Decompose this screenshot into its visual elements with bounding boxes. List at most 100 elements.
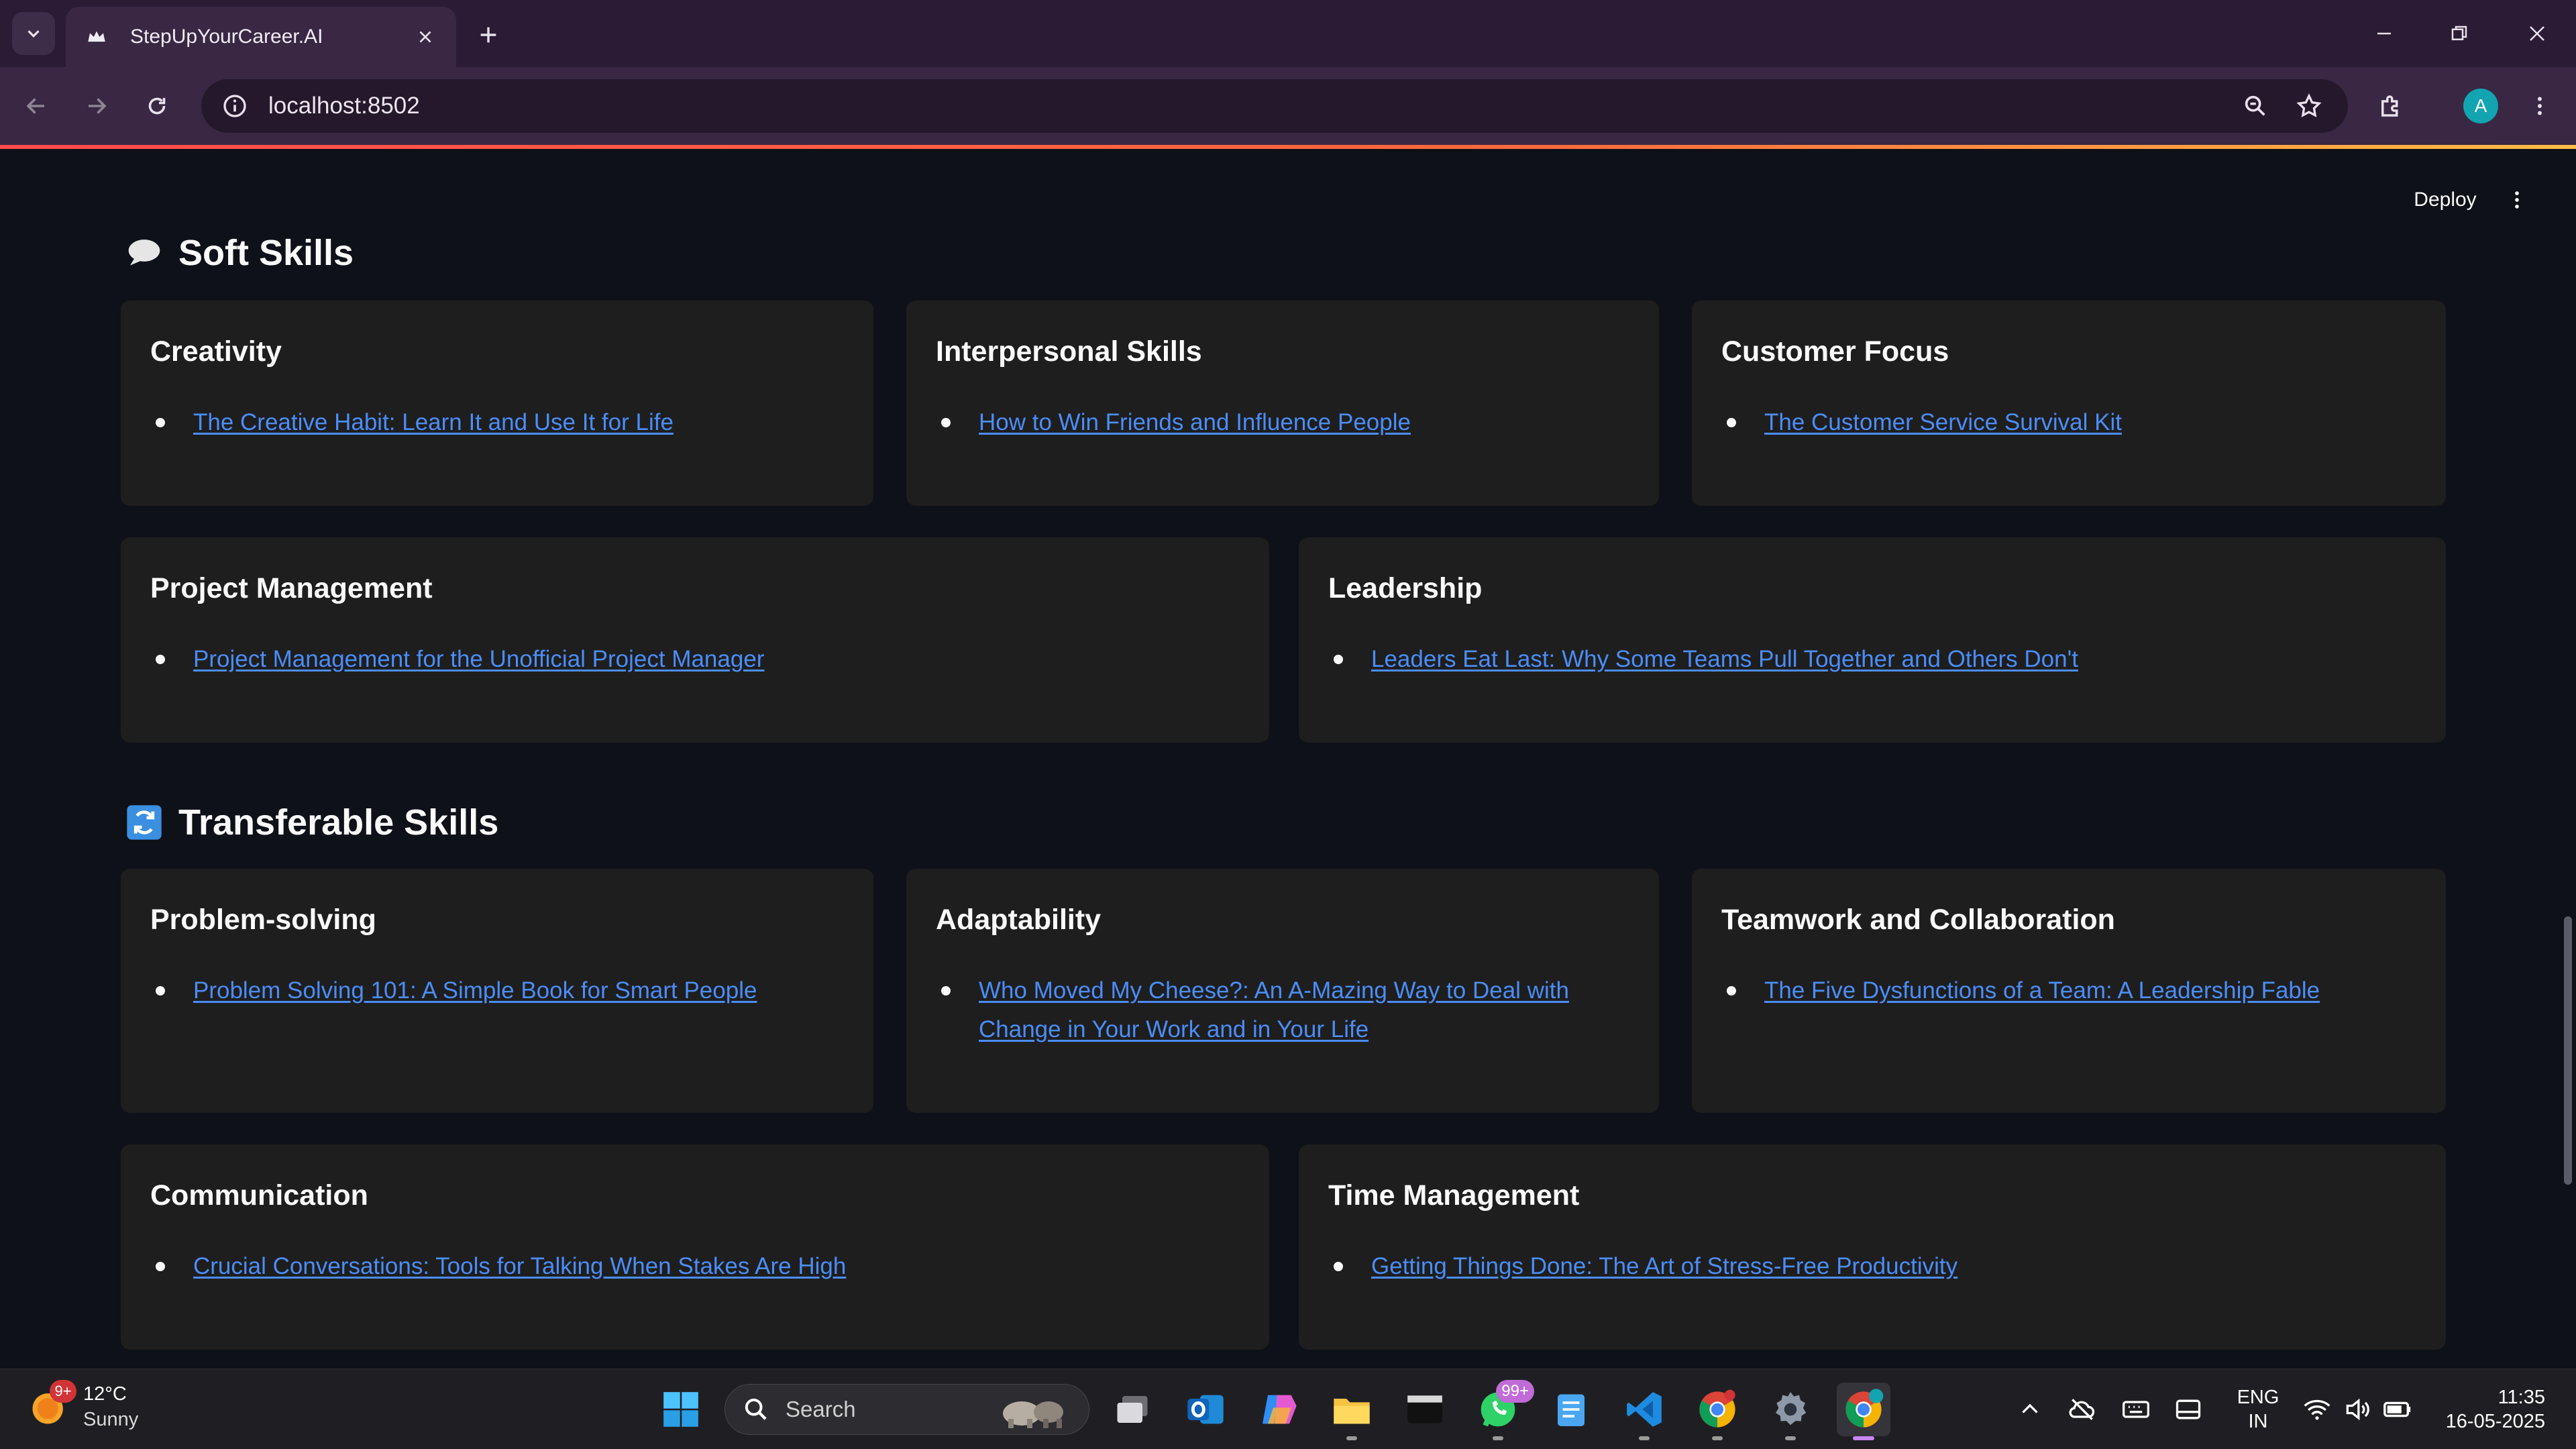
list-item: Leaders Eat Last: Why Some Teams Pull To…: [1328, 640, 2416, 679]
reload-icon: [148, 97, 166, 115]
reload-button[interactable]: [137, 86, 177, 126]
display-tray[interactable]: [2171, 1392, 2206, 1427]
url-text[interactable]: localhost:8502: [268, 93, 2222, 119]
tab-search-button[interactable]: [12, 12, 55, 55]
browser-menu-button[interactable]: [2520, 86, 2560, 126]
tab-title: StepUpYourCareer.AI: [130, 25, 323, 48]
list-item: The Five Dysfunctions of a Team: A Leade…: [1721, 971, 2416, 1010]
taskbar-file-explorer[interactable]: [1325, 1383, 1379, 1440]
new-tab-button[interactable]: [470, 16, 507, 54]
extensions-button[interactable]: [2371, 86, 2411, 126]
book-link[interactable]: The Five Dysfunctions of a Team: A Leade…: [1764, 977, 2320, 1004]
restore-button[interactable]: [2439, 15, 2479, 52]
taskbar-notepad[interactable]: [1544, 1383, 1598, 1436]
taskbar-terminal[interactable]: [1398, 1383, 1452, 1436]
taskbar-copilot[interactable]: [1252, 1383, 1305, 1436]
crown-icon: [83, 23, 110, 50]
book-link[interactable]: Getting Things Done: The Art of Stress-F…: [1371, 1253, 1957, 1279]
keyboard-tray[interactable]: [2118, 1392, 2153, 1427]
taskbar-chrome-profile[interactable]: [1837, 1383, 1890, 1440]
deploy-button[interactable]: Deploy: [2395, 180, 2496, 220]
skill-card-project-management: Project Management Project Management fo…: [121, 537, 1269, 743]
region-code: IN: [2248, 1411, 2268, 1432]
list-item: Problem Solving 101: A Simple Book for S…: [150, 971, 844, 1010]
list-item: The Creative Habit: Learn It and Use It …: [150, 403, 844, 442]
network-tray[interactable]: [2300, 1392, 2334, 1427]
bookmark-star-icon[interactable]: [2289, 86, 2329, 126]
book-link[interactable]: How to Win Friends and Influence People: [979, 409, 1411, 435]
weather-temperature: 12°C: [83, 1383, 127, 1405]
back-button[interactable]: [16, 86, 56, 126]
book-link[interactable]: Who Moved My Cheese?: An A-Mazing Way to…: [979, 977, 1569, 1042]
volume-tray[interactable]: [2340, 1392, 2375, 1427]
card-title: Customer Focus: [1721, 335, 1949, 368]
info-icon[interactable]: [220, 91, 250, 121]
card-title: Leadership: [1328, 572, 1483, 604]
keyboard-icon: [2123, 1401, 2149, 1418]
list-item: Crucial Conversations: Tools for Talking…: [150, 1247, 1240, 1286]
clock-time: 11:35: [2498, 1387, 2545, 1408]
skill-card-customer-focus: Customer Focus The Customer Service Surv…: [1692, 301, 2446, 506]
weather-alert-badge: 9+: [50, 1380, 76, 1403]
book-link[interactable]: The Creative Habit: Learn It and Use It …: [193, 409, 674, 435]
book-link[interactable]: Leaders Eat Last: Why Some Teams Pull To…: [1371, 646, 2078, 672]
chrome-profile-icon: [1845, 1389, 1884, 1428]
taskbar-chrome[interactable]: [1690, 1383, 1744, 1440]
refresh-arrows-icon: [125, 803, 164, 842]
puzzle-icon: [2381, 95, 2398, 117]
battery-tray[interactable]: [2380, 1392, 2415, 1427]
close-window-button[interactable]: [2517, 15, 2557, 52]
page-scrollbar-thumb[interactable]: [2564, 916, 2572, 1185]
section-title: Transferable Skills: [178, 802, 499, 843]
app-header-decoration: [0, 145, 2576, 149]
book-link[interactable]: Problem Solving 101: A Simple Book for S…: [193, 977, 757, 1004]
section-title: Soft Skills: [178, 233, 354, 273]
forward-button[interactable]: [76, 86, 117, 126]
chevron-up-icon: [2022, 1403, 2038, 1413]
book-link[interactable]: The Customer Service Survival Kit: [1764, 409, 2122, 435]
card-title: Teamwork and Collaboration: [1721, 904, 2115, 936]
speaker-icon: [2346, 1398, 2369, 1421]
close-tab-icon[interactable]: [412, 23, 439, 50]
clock-date: 16-05-2025: [2445, 1411, 2545, 1432]
plus-icon: [480, 27, 496, 43]
search-placeholder: Search: [786, 1397, 856, 1421]
input-language-indicator[interactable]: ENG IN: [2231, 1385, 2285, 1434]
speech-bubble-icon: [125, 233, 164, 272]
section-header-soft-skills: Soft Skills: [125, 232, 354, 274]
copilot-icon: [1263, 1395, 1297, 1424]
vscode-icon: [1627, 1392, 1662, 1427]
list-item: Who Moved My Cheese?: An A-Mazing Way to…: [936, 971, 1629, 1049]
taskbar-vscode[interactable]: [1617, 1383, 1671, 1440]
address-bar[interactable]: localhost:8502: [201, 79, 2348, 133]
minimize-button[interactable]: [2364, 15, 2404, 52]
taskbar-search[interactable]: Search: [724, 1384, 1089, 1435]
weather-widget[interactable]: 9+ 12°C Sunny: [27, 1380, 139, 1432]
show-hidden-icons-button[interactable]: [2012, 1392, 2047, 1427]
card-title: Communication: [150, 1179, 368, 1212]
system-clock[interactable]: 11:35 16-05-2025: [2434, 1385, 2545, 1434]
book-link[interactable]: Project Management for the Unofficial Pr…: [193, 646, 764, 672]
profile-avatar[interactable]: A: [2463, 89, 2498, 123]
browser-tab-active[interactable]: StepUpYourCareer.AI: [66, 7, 456, 67]
taskbar-settings[interactable]: [1764, 1383, 1817, 1440]
book-link[interactable]: Crucial Conversations: Tools for Talking…: [193, 1253, 846, 1279]
taskbar-whatsapp[interactable]: 99+: [1471, 1380, 1534, 1440]
folder-icon: [1334, 1399, 1370, 1424]
skill-card-adaptability: Adaptability Who Moved My Cheese?: An A-…: [906, 869, 1659, 1113]
gear-icon: [1776, 1392, 1807, 1426]
taskbar-outlook[interactable]: [1179, 1383, 1232, 1436]
start-button[interactable]: [654, 1383, 708, 1436]
arrow-right-icon: [89, 98, 107, 114]
onedrive-tray[interactable]: [2065, 1392, 2100, 1427]
notification-badge: 99+: [1496, 1380, 1534, 1403]
zoom-icon[interactable]: [2235, 86, 2275, 126]
task-view-button[interactable]: [1106, 1383, 1159, 1436]
section-header-transferable-skills: Transferable Skills: [125, 802, 498, 843]
card-title: Problem-solving: [150, 904, 376, 936]
arrow-left-icon: [26, 98, 44, 114]
app-menu-button[interactable]: [2501, 184, 2533, 216]
minimize-icon: [2377, 32, 2391, 35]
skill-card-time-management: Time Management Getting Things Done: The…: [1299, 1144, 2446, 1350]
weather-condition: Sunny: [83, 1409, 139, 1430]
